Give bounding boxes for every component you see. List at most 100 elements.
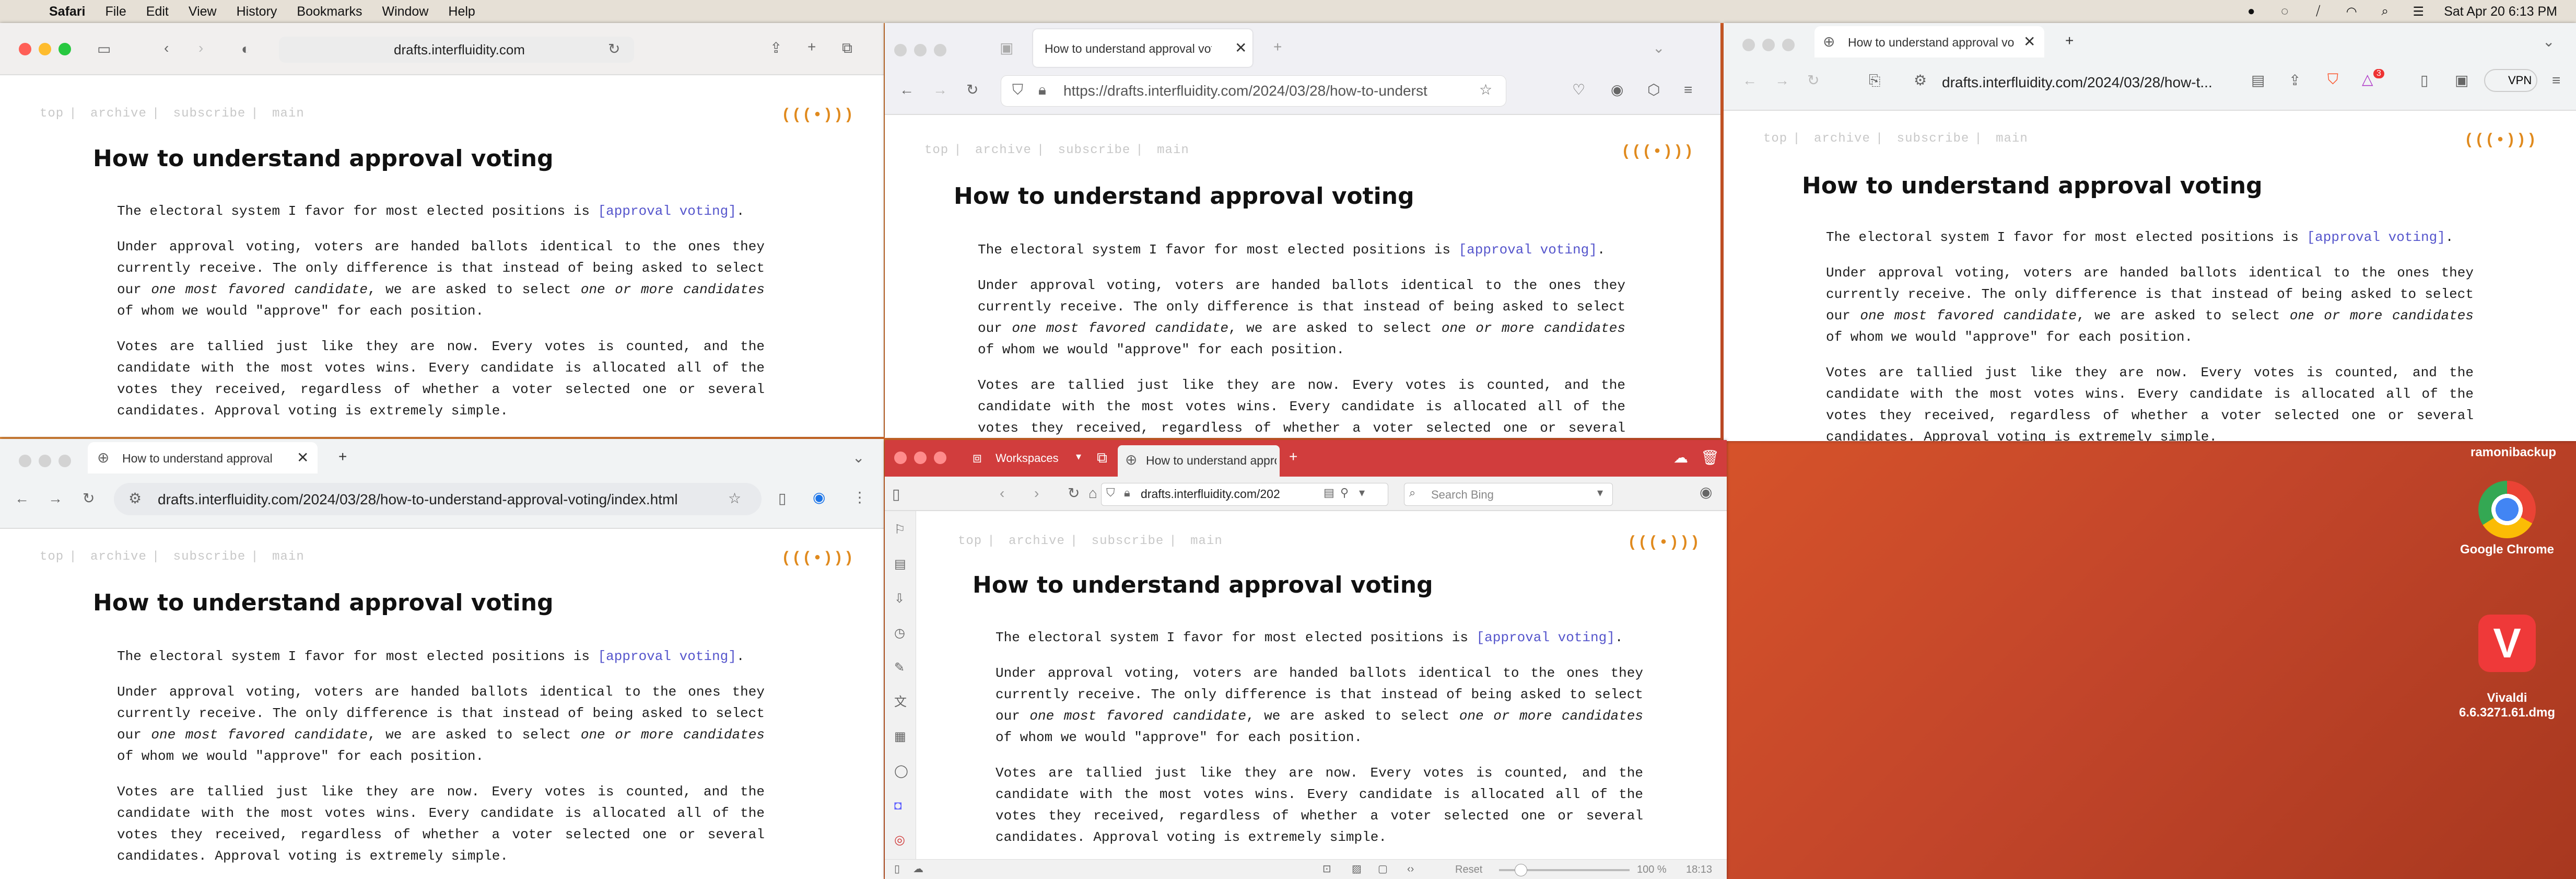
forward-icon[interactable]: →: [48, 491, 63, 506]
workspaces-chevron-icon[interactable]: ▾: [1076, 452, 1081, 462]
wallet-icon[interactable]: ▣: [2455, 73, 2468, 88]
workspaces-icon[interactable]: ⧈: [973, 450, 982, 465]
vivaldi-panel-icon[interactable]: ◎: [894, 834, 905, 847]
notes-panel-icon[interactable]: ✎: [894, 662, 905, 674]
forward-icon[interactable]: →: [1775, 73, 1789, 88]
nav-top[interactable]: top: [40, 550, 64, 564]
share-icon[interactable]: ⇪: [2289, 73, 2301, 88]
approval-voting-link[interactable]: [approval voting]: [1459, 242, 1597, 258]
tab-list-icon[interactable]: ⌄: [1653, 41, 1665, 55]
reading-list-icon[interactable]: ▤: [894, 558, 906, 571]
back-icon[interactable]: ←: [1742, 73, 1757, 88]
forward-icon[interactable]: ›: [1034, 486, 1039, 501]
reload-icon[interactable]: ↻: [1068, 486, 1080, 501]
back-icon[interactable]: ‹: [1000, 486, 1004, 501]
zoom-button[interactable]: [58, 43, 71, 55]
zoom-button[interactable]: [934, 44, 946, 56]
extensions-icon[interactable]: ⬡: [1647, 83, 1660, 97]
url-text[interactable]: drafts.interfluidity.com/2024/03/28/how-…: [1942, 74, 2297, 91]
reader-icon[interactable]: ▤: [1324, 487, 1334, 499]
minimize-button[interactable]: [914, 44, 927, 56]
nav-subscribe[interactable]: subscribe: [173, 550, 246, 564]
new-tab-icon[interactable]: +: [2065, 33, 2074, 48]
side-panel-icon[interactable]: ▯: [778, 491, 786, 506]
profile-icon[interactable]: ◉: [1700, 485, 1712, 500]
nav-subscribe[interactable]: subscribe: [1897, 132, 1970, 146]
minimize-button[interactable]: [39, 455, 51, 467]
status-slash-icon[interactable]: ⧸: [2310, 4, 2326, 18]
desktop-google-chrome[interactable]: Google Chrome: [2444, 481, 2570, 557]
nav-archive[interactable]: archive: [90, 107, 147, 121]
clock[interactable]: Sat Apr 20 6:13 PM: [2444, 4, 2557, 19]
tab-close-icon[interactable]: ✕: [297, 450, 309, 465]
approval-voting-link[interactable]: [approval voting]: [1477, 630, 1615, 645]
shield-icon[interactable]: ◐: [241, 42, 250, 56]
nav-top[interactable]: top: [958, 534, 982, 548]
tab-view-icon[interactable]: ▣: [1000, 41, 1013, 55]
desktop-vivaldi-dmg[interactable]: V Vivaldi 6.6.3271.61.dmg: [2444, 600, 2570, 720]
site-logo[interactable]: (((•))): [781, 550, 854, 568]
history-panel-icon[interactable]: ◷: [894, 627, 905, 640]
panel-toggle-icon[interactable]: ▯: [894, 864, 900, 874]
close-button[interactable]: [19, 43, 31, 55]
forward-icon[interactable]: →: [933, 83, 947, 97]
site-settings-icon[interactable]: ⚙: [1914, 73, 1927, 88]
zoom-slider-thumb[interactable]: [1515, 864, 1527, 876]
search-dropdown-icon[interactable]: ▾: [1597, 487, 1603, 499]
zoom-reset-button[interactable]: Reset: [1455, 864, 1482, 876]
menu-app[interactable]: Safari: [49, 4, 85, 19]
wifi-icon[interactable]: ◠: [2344, 5, 2359, 19]
menu-icon[interactable]: ⋮: [852, 490, 867, 505]
back-icon[interactable]: ←: [15, 491, 29, 506]
zoom-button[interactable]: [934, 452, 946, 464]
minimize-button[interactable]: [39, 43, 51, 55]
profile-avatar-icon[interactable]: ◉: [813, 490, 825, 505]
address-dropdown-icon[interactable]: ▾: [1359, 487, 1365, 499]
site-logo[interactable]: (((•))): [781, 107, 854, 124]
brave-shields-icon[interactable]: ⛉: [2327, 72, 2338, 87]
nav-archive[interactable]: archive: [90, 550, 147, 564]
tab-search-icon[interactable]: ⌄: [852, 450, 864, 465]
tab-close-icon[interactable]: ✕: [1235, 41, 1247, 55]
tab-stack-icon[interactable]: ⧉: [1097, 450, 1107, 465]
trash-icon[interactable]: 🗑︎: [1701, 450, 1719, 465]
menu-icon[interactable]: ≡: [2552, 73, 2560, 88]
nav-main[interactable]: main: [1157, 143, 1189, 157]
chat-panel-icon[interactable]: ◯: [894, 765, 908, 778]
status-dark-icon[interactable]: ●: [2243, 4, 2259, 18]
reload-icon[interactable]: ↻: [608, 42, 620, 56]
menu-history[interactable]: History: [237, 4, 277, 19]
page-actions-icon[interactable]: ▢: [1378, 864, 1388, 874]
new-tab-icon[interactable]: +: [338, 449, 347, 464]
nav-main[interactable]: main: [1996, 132, 2028, 146]
menu-window[interactable]: Window: [382, 4, 428, 19]
account-icon[interactable]: ◉: [1611, 83, 1623, 97]
capture-icon[interactable]: ⊡: [1322, 864, 1331, 874]
vpn-button[interactable]: VPN: [2484, 69, 2537, 92]
nav-subscribe[interactable]: subscribe: [1092, 534, 1164, 548]
bookmark-star-icon[interactable]: ☆: [728, 491, 741, 506]
site-logo[interactable]: (((•))): [1627, 534, 1701, 552]
nav-top[interactable]: top: [1763, 132, 1787, 146]
calendar-panel-icon[interactable]: ▦: [894, 731, 906, 743]
nav-archive[interactable]: archive: [1009, 534, 1065, 548]
close-button[interactable]: [894, 44, 907, 56]
search-icon[interactable]: ⌕: [2377, 4, 2393, 18]
reader-icon[interactable]: ▤: [2251, 73, 2265, 88]
nav-top[interactable]: top: [40, 107, 64, 121]
nav-archive[interactable]: archive: [975, 143, 1032, 157]
close-button[interactable]: [1742, 39, 1755, 51]
minimize-button[interactable]: [1762, 39, 1775, 51]
close-button[interactable]: [19, 455, 31, 467]
sidebar-icon[interactable]: ▭: [97, 42, 111, 56]
desktop-volume[interactable]: ramonibackup: [2451, 445, 2576, 460]
sidebar-icon[interactable]: ▯: [2420, 73, 2428, 88]
tiling-icon[interactable]: ‹›: [1407, 864, 1414, 874]
tabs-overview-icon[interactable]: ⧉: [842, 41, 852, 55]
tab-list-icon[interactable]: ⌄: [2543, 34, 2555, 49]
sync-cloud-icon[interactable]: ☁: [1673, 450, 1688, 465]
back-icon[interactable]: ‹: [164, 41, 169, 55]
reload-icon[interactable]: ↻: [83, 491, 95, 506]
share-icon[interactable]: ⇪: [770, 41, 782, 55]
approval-voting-link[interactable]: [approval voting]: [2307, 229, 2445, 245]
